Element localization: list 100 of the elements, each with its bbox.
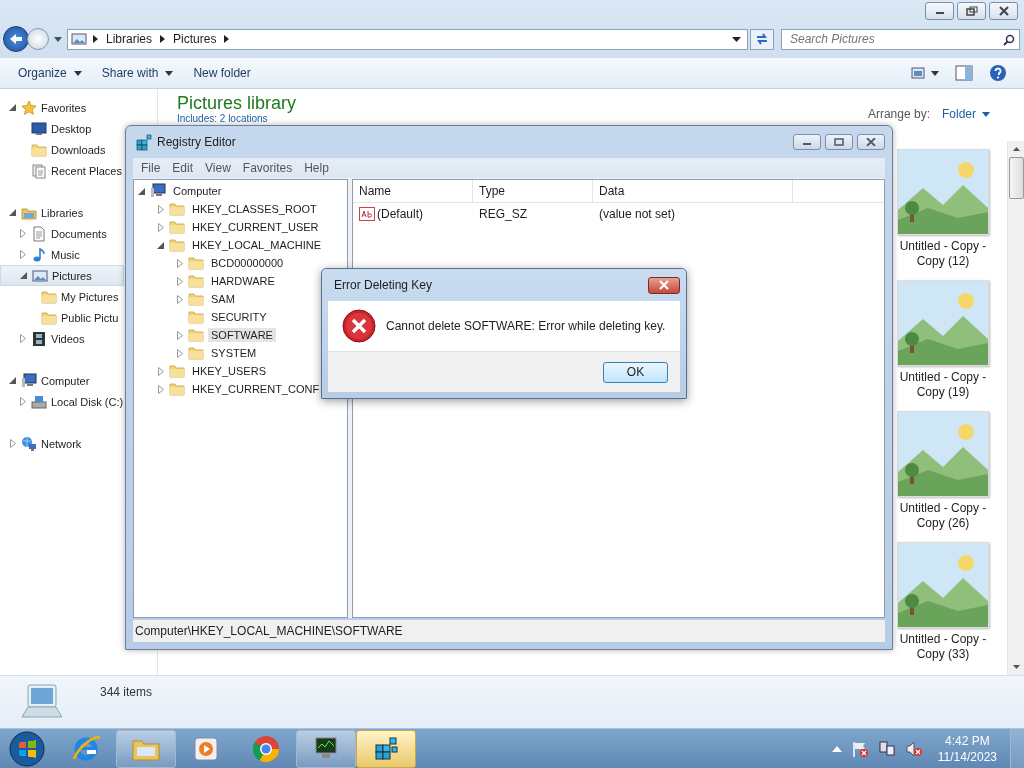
collapsed-icon[interactable] [157,366,164,376]
collapsed-icon[interactable] [19,334,26,343]
menu-item[interactable]: Edit [166,161,200,175]
library-title: Pictures library [177,93,297,113]
breadcrumb-item[interactable]: Libraries [104,32,155,46]
navigation-item[interactable]: Public Pictu [0,307,124,328]
scroll-thumb[interactable] [1008,157,1024,199]
registry-key[interactable]: HKEY_CURRENT_USER [189,220,322,234]
folder-icon [188,255,204,271]
drive-icon [31,393,47,410]
show-desktop-button[interactable] [1010,728,1024,768]
registry-key[interactable]: HKEY_LOCAL_MACHINE [189,238,324,252]
navigation-item[interactable]: Local Disk (C:) [0,391,124,412]
registry-key[interactable]: SAM [208,292,238,306]
registry-key[interactable]: BCD00000000 [208,256,287,270]
navigation-item[interactable]: Recent Places [0,160,124,181]
collapsed-icon[interactable] [157,222,164,232]
arrow-icon [224,35,230,43]
locations-link[interactable]: Includes: 2 locations [177,113,297,125]
collapsed-icon[interactable] [176,348,183,358]
expanded-icon[interactable] [20,272,27,279]
navigation-item[interactable]: Network [0,433,124,454]
toolbar-button[interactable]: Share with [93,61,182,85]
maximize-icon [834,138,844,146]
registry-key[interactable]: HKEY_CLASSES_ROOT [189,202,320,216]
column-header[interactable]: Type [473,180,593,202]
network-icon[interactable] [877,739,896,758]
expanded-icon[interactable] [138,187,145,195]
folder-icon [169,237,185,253]
refresh-button[interactable] [750,28,774,50]
scroll-down-icon[interactable] [1012,665,1020,669]
collapsed-icon[interactable] [176,294,183,304]
registry-key[interactable]: HARDWARE [208,274,278,288]
arrange-dropdown[interactable]: Folder [942,107,990,121]
collapsed-icon[interactable] [157,384,164,394]
close-button[interactable] [989,2,1018,20]
navigation-item[interactable]: Videos [0,328,124,349]
registry-key[interactable]: HKEY_CURRENT_CONF [189,382,323,396]
tray-arrow-icon[interactable] [831,745,842,752]
navigation-item[interactable]: Downloads [0,139,124,160]
expanded-icon[interactable] [157,241,164,249]
column-header[interactable]: Name [353,180,473,202]
navigation-item[interactable]: Favorites [0,97,124,118]
menu-item[interactable]: File [135,161,167,175]
navigation-item[interactable]: My Pictures [0,286,124,307]
navigation-item[interactable]: Libraries [0,202,124,223]
breadcrumb-item[interactable]: Pictures [171,32,219,46]
toolbar-button[interactable]: New folder [185,61,259,85]
minimize-button[interactable] [925,2,954,20]
scrollbar[interactable] [1007,141,1024,675]
close-button[interactable] [648,276,680,294]
navigation-item[interactable]: Documents [0,223,124,244]
maximize-button[interactable] [825,134,853,150]
expanded-icon[interactable] [9,104,16,111]
folder-icon [188,345,204,361]
ok-button[interactable]: OK [603,361,668,383]
column-header[interactable]: Data [593,180,793,202]
dropdown-icon[interactable] [732,36,741,42]
menu-item[interactable]: View [199,161,237,175]
taskbar-button[interactable] [296,729,356,768]
taskbar-button[interactable] [356,729,416,768]
file-name: Untitled - Copy - Copy (12) [898,239,988,269]
collapsed-icon[interactable] [19,397,26,406]
collapsed-icon[interactable] [19,250,26,259]
scroll-up-icon[interactable] [1012,147,1020,151]
collapsed-icon[interactable] [19,229,26,238]
registry-key[interactable]: Computer [170,184,225,198]
registry-key[interactable]: SECURITY [208,310,270,324]
menu-item[interactable]: Favorites [236,161,299,175]
collapsed-icon[interactable] [176,330,183,340]
navigation-item[interactable]: Pictures [0,265,124,286]
navigation-item[interactable]: Computer [0,370,124,391]
collapsed-icon[interactable] [176,258,183,268]
registry-key[interactable]: HKEY_USERS [189,364,269,378]
expanded-icon[interactable] [9,377,16,384]
minimize-button[interactable] [793,134,821,150]
back-button[interactable] [3,26,29,52]
close-button[interactable] [857,134,885,150]
registry-key[interactable]: SYSTEM [208,346,260,360]
muted-speaker-icon[interactable] [904,739,923,758]
search-field[interactable]: Search Pictures [781,28,1020,50]
collapsed-icon[interactable] [157,204,164,214]
address-bar[interactable]: Libraries Pictures [67,28,748,50]
globe-icon [21,435,37,452]
folder-icon [188,291,204,307]
toolbar-button[interactable]: Organize [10,61,90,85]
collapsed-icon[interactable] [176,276,183,286]
registry-key[interactable]: SOFTWARE [208,328,276,342]
file-name: Untitled - Copy - Copy (26) [898,501,988,531]
expanded-icon[interactable] [9,209,16,216]
close-icon [658,280,670,290]
collapsed-icon[interactable] [9,439,16,448]
restore-button[interactable] [957,2,986,20]
navigation-item[interactable]: Music [0,244,124,265]
menu-item[interactable]: Help [298,161,335,175]
navigation-item[interactable]: Desktop [0,118,124,139]
dropdown-icon[interactable] [54,36,62,42]
close-icon [997,6,1010,16]
flag-icon[interactable] [850,739,869,758]
dialog-title: Error Deleting Key [334,278,433,292]
